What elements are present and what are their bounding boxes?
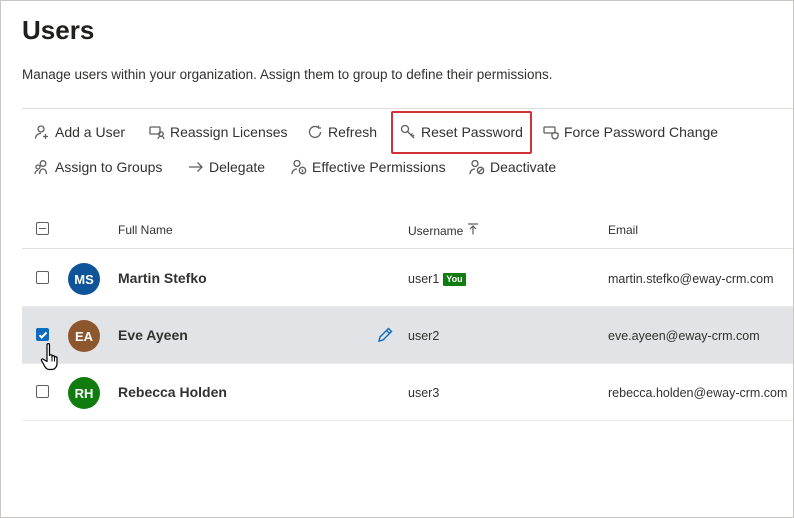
refresh-button[interactable]: Refresh: [307, 119, 377, 145]
add-user-label: Add a User: [55, 124, 126, 140]
force-password-change-button[interactable]: Force Password Change: [543, 119, 718, 145]
table-row[interactable]: RH Rebecca Holden user3 rebecca.holden@e…: [22, 364, 793, 421]
user-email: martin.stefko@eway-crm.com: [608, 272, 774, 286]
deactivate-button[interactable]: Deactivate: [469, 154, 556, 180]
user-email: rebecca.holden@eway-crm.com: [608, 386, 788, 400]
add-user-button[interactable]: Add a User: [34, 119, 125, 145]
reset-password-highlight: [391, 111, 532, 154]
delegate-label: Delegate: [209, 159, 266, 175]
table-row-selected[interactable]: EA Eve Ayeen user2 eve.ayeen@eway-crm.co…: [22, 307, 793, 364]
reassign-licenses-button[interactable]: Reassign Licenses: [149, 119, 288, 145]
assign-to-groups-button[interactable]: Assign to Groups: [34, 154, 162, 180]
username-text: user2: [408, 329, 440, 343]
user-full-name[interactable]: Rebecca Holden: [118, 384, 227, 400]
sort-ascending-icon: [467, 223, 479, 238]
refresh-icon: [307, 124, 323, 140]
column-username-label: Username: [408, 223, 464, 238]
row-checkbox[interactable]: [36, 385, 49, 398]
pencil-edit-icon[interactable]: [376, 326, 394, 344]
column-full-name[interactable]: Full Name: [118, 223, 173, 237]
table-header: Full Name Username Email: [22, 213, 793, 249]
effective-permissions-label: Effective Permissions: [312, 159, 446, 175]
person-info-icon: [291, 159, 307, 175]
arrow-right-icon: [188, 159, 204, 175]
header-divider: [22, 108, 793, 109]
avatar: MS: [68, 263, 100, 295]
username-text: user3: [408, 386, 440, 400]
column-email[interactable]: Email: [608, 223, 638, 237]
you-badge: You: [443, 272, 466, 286]
deactivate-label: Deactivate: [490, 159, 557, 175]
effective-permissions-button[interactable]: Effective Permissions: [291, 154, 446, 180]
user-username: user3: [408, 386, 439, 400]
user-full-name[interactable]: Eve Ayeen: [118, 327, 188, 343]
user-username: user2: [408, 329, 439, 343]
avatar: RH: [68, 377, 100, 409]
user-username: user1 You: [408, 272, 466, 286]
row-checkbox-checked[interactable]: [36, 328, 49, 341]
row-checkbox[interactable]: [36, 271, 49, 284]
reassign-icon: [149, 124, 165, 140]
group-icon: [34, 159, 50, 175]
users-page: Users Manage users within your organizat…: [0, 0, 794, 518]
column-email-label: Email: [608, 223, 639, 237]
hand-pointer-cursor-icon: [39, 341, 67, 373]
select-all-checkbox[interactable]: [36, 222, 49, 235]
refresh-label: Refresh: [328, 124, 378, 140]
user-full-name[interactable]: Martin Stefko: [118, 270, 207, 286]
table-row[interactable]: MS Martin Stefko user1 You martin.stefko…: [22, 250, 793, 307]
reassign-licenses-label: Reassign Licenses: [170, 124, 288, 140]
add-person-icon: [34, 124, 50, 140]
shield-password-icon: [543, 124, 559, 140]
user-email: eve.ayeen@eway-crm.com: [608, 329, 760, 343]
person-block-icon: [469, 159, 485, 175]
page-title: Users: [22, 15, 95, 45]
column-username[interactable]: Username: [408, 223, 479, 238]
delegate-button[interactable]: Delegate: [188, 154, 265, 180]
assign-to-groups-label: Assign to Groups: [55, 159, 163, 175]
page-description: Manage users within your organization. A…: [22, 67, 553, 82]
column-full-name-label: Full Name: [118, 223, 173, 237]
username-text: user1: [408, 272, 440, 286]
force-password-change-label: Force Password Change: [564, 124, 719, 140]
avatar: EA: [68, 320, 100, 352]
